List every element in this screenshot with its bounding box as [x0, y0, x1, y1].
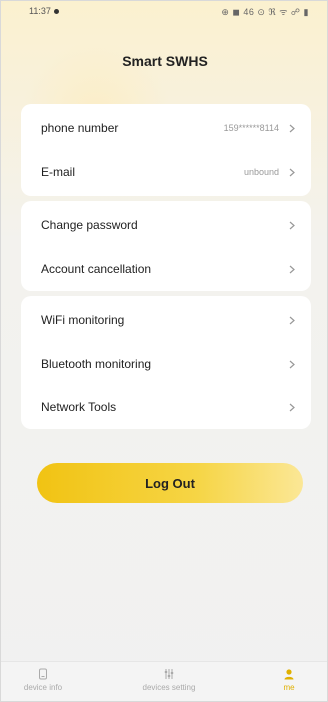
security-card: Change password Account cancellation — [21, 201, 311, 291]
status-icons: ⊕ ◼ 46 ⊙ ℜ ᯤ ☍ ▮ — [221, 6, 309, 17]
network-tools-label: Network Tools — [41, 400, 117, 414]
chevron-right-icon — [287, 166, 297, 178]
tab-device-info[interactable]: device info — [23, 668, 63, 692]
notification-dot-icon — [53, 8, 59, 14]
settings-sliders-icon — [163, 668, 175, 680]
device-icon — [37, 668, 49, 680]
account-cancellation-row[interactable]: Account cancellation — [21, 247, 311, 291]
phone-number-value: 159******8114 — [223, 123, 279, 133]
phone-number-label: phone number — [41, 121, 119, 135]
tools-card: WiFi monitoring Bluetooth monitoring Net… — [21, 296, 311, 429]
bluetooth-monitoring-row[interactable]: Bluetooth monitoring — [21, 342, 311, 386]
email-label: E-mail — [41, 165, 76, 179]
tab-label: device info — [23, 683, 63, 692]
bottom-tab-bar: device info devices setting me — [1, 661, 327, 701]
change-password-row[interactable]: Change password — [21, 203, 311, 247]
account-cancellation-label: Account cancellation — [41, 262, 152, 276]
change-password-label: Change password — [41, 218, 138, 232]
chevron-right-icon — [287, 314, 297, 326]
chevron-right-icon — [287, 122, 297, 134]
status-left: 11:37 — [29, 6, 59, 16]
wifi-monitoring-label: WiFi monitoring — [41, 313, 125, 327]
wifi-monitoring-row[interactable]: WiFi monitoring — [21, 298, 311, 342]
page-title: Smart SWHS — [122, 53, 208, 69]
tab-label: devices setting — [142, 683, 196, 692]
email-row[interactable]: E-mail unbound — [21, 150, 311, 194]
email-value: unbound — [243, 167, 279, 177]
status-time: 11:37 — [29, 6, 51, 16]
tab-label: me — [283, 683, 295, 692]
user-icon — [283, 668, 295, 680]
status-bar: 11:37 ⊕ ◼ 46 ⊙ ℜ ᯤ ☍ ▮ — [1, 1, 327, 21]
bluetooth-monitoring-label: Bluetooth monitoring — [41, 357, 152, 371]
chevron-right-icon — [287, 263, 297, 275]
chevron-right-icon — [287, 219, 297, 231]
tab-me[interactable]: me — [269, 668, 309, 692]
tab-devices-setting[interactable]: devices setting — [129, 668, 209, 692]
account-card: phone number 159******8114 E-mail unboun… — [21, 104, 311, 196]
chevron-right-icon — [287, 401, 297, 413]
network-tools-row[interactable]: Network Tools — [21, 385, 311, 429]
me-screen: 11:37 ⊕ ◼ 46 ⊙ ℜ ᯤ ☍ ▮ Smart SWHS phone … — [0, 0, 328, 702]
chevron-right-icon — [287, 358, 297, 370]
phone-number-row[interactable]: phone number 159******8114 — [21, 106, 311, 150]
logout-button[interactable]: Log Out — [37, 463, 303, 503]
